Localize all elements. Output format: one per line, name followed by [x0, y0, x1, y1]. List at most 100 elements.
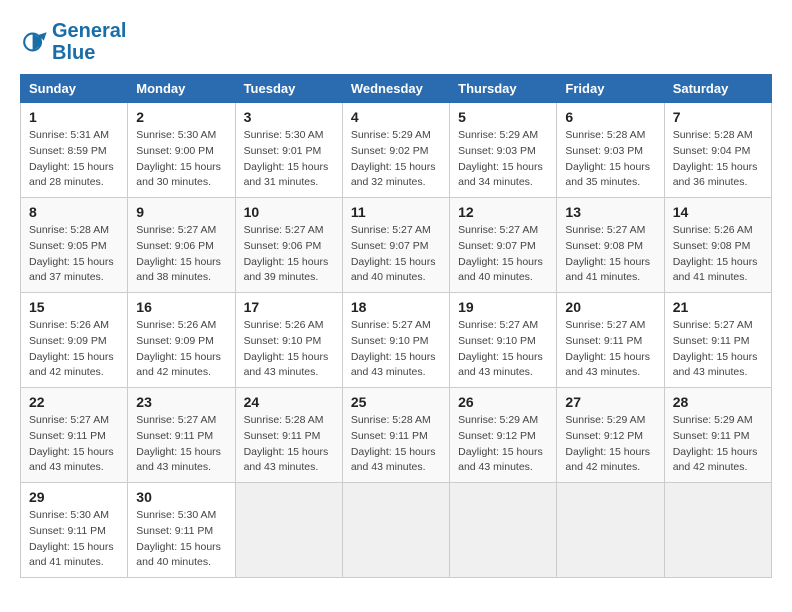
day-info: Sunrise: 5:29 AMSunset: 9:12 PMDaylight:… — [458, 413, 548, 476]
day-number: 26 — [458, 394, 548, 410]
day-info: Sunrise: 5:29 AMSunset: 9:03 PMDaylight:… — [458, 128, 548, 191]
day-info: Sunrise: 5:27 AMSunset: 9:06 PMDaylight:… — [244, 223, 334, 286]
day-info: Sunrise: 5:28 AMSunset: 9:11 PMDaylight:… — [244, 413, 334, 476]
weekday-header-thursday: Thursday — [450, 75, 557, 103]
day-info: Sunrise: 5:28 AMSunset: 9:03 PMDaylight:… — [565, 128, 655, 191]
calendar-cell: 17 Sunrise: 5:26 AMSunset: 9:10 PMDayligh… — [235, 293, 342, 388]
day-info: Sunrise: 5:27 AMSunset: 9:07 PMDaylight:… — [351, 223, 441, 286]
day-number: 29 — [29, 489, 119, 505]
day-number: 15 — [29, 299, 119, 315]
calendar-table: SundayMondayTuesdayWednesdayThursdayFrid… — [20, 74, 772, 578]
calendar-cell — [235, 483, 342, 578]
logo: General Blue — [20, 20, 126, 64]
calendar-cell: 22 Sunrise: 5:27 AMSunset: 9:11 PMDayligh… — [21, 388, 128, 483]
day-info: Sunrise: 5:26 AMSunset: 9:09 PMDaylight:… — [29, 318, 119, 381]
day-info: Sunrise: 5:27 AMSunset: 9:11 PMDaylight:… — [136, 413, 226, 476]
day-info: Sunrise: 5:27 AMSunset: 9:11 PMDaylight:… — [29, 413, 119, 476]
calendar-cell: 28 Sunrise: 5:29 AMSunset: 9:11 PMDayligh… — [664, 388, 771, 483]
day-number: 3 — [244, 109, 334, 125]
day-info: Sunrise: 5:28 AMSunset: 9:05 PMDaylight:… — [29, 223, 119, 286]
calendar-cell: 13Sunrise: 5:27 AMSunset: 9:08 PMDayligh… — [557, 198, 664, 293]
calendar-week-2: 15 Sunrise: 5:26 AMSunset: 9:09 PMDayligh… — [21, 293, 772, 388]
day-number: 28 — [673, 394, 763, 410]
calendar-cell: 19Sunrise: 5:27 AMSunset: 9:10 PMDayligh… — [450, 293, 557, 388]
logo-text: General Blue — [52, 20, 126, 64]
calendar-cell: 25Sunrise: 5:28 AMSunset: 9:11 PMDayligh… — [342, 388, 449, 483]
weekday-header-sunday: Sunday — [21, 75, 128, 103]
calendar-cell: 29 Sunrise: 5:30 AMSunset: 9:11 PMDayligh… — [21, 483, 128, 578]
day-info: Sunrise: 5:27 AMSunset: 9:11 PMDaylight:… — [565, 318, 655, 381]
calendar-cell: 6Sunrise: 5:28 AMSunset: 9:03 PMDaylight… — [557, 103, 664, 198]
day-info: Sunrise: 5:27 AMSunset: 9:10 PMDaylight:… — [458, 318, 548, 381]
day-number: 30 — [136, 489, 226, 505]
calendar-cell: 30 Sunrise: 5:30 AMSunset: 9:11 PMDayligh… — [128, 483, 235, 578]
calendar-cell: 12 Sunrise: 5:27 AMSunset: 9:07 PMDayligh… — [450, 198, 557, 293]
day-number: 9 — [136, 204, 226, 220]
day-number: 27 — [565, 394, 655, 410]
day-number: 24 — [244, 394, 334, 410]
weekday-header-wednesday: Wednesday — [342, 75, 449, 103]
weekday-header-saturday: Saturday — [664, 75, 771, 103]
day-number: 23 — [136, 394, 226, 410]
calendar-cell — [664, 483, 771, 578]
weekday-header-tuesday: Tuesday — [235, 75, 342, 103]
day-info: Sunrise: 5:27 AMSunset: 9:10 PMDaylight:… — [351, 318, 441, 381]
day-info: Sunrise: 5:29 AMSunset: 9:11 PMDaylight:… — [673, 413, 763, 476]
calendar-week-4: 29 Sunrise: 5:30 AMSunset: 9:11 PMDayligh… — [21, 483, 772, 578]
day-number: 17 — [244, 299, 334, 315]
day-number: 7 — [673, 109, 763, 125]
calendar-cell: 26 Sunrise: 5:29 AMSunset: 9:12 PMDayligh… — [450, 388, 557, 483]
day-number: 2 — [136, 109, 226, 125]
calendar-cell: 21 Sunrise: 5:27 AMSunset: 9:11 PMDayligh… — [664, 293, 771, 388]
calendar-week-0: 1Sunrise: 5:31 AMSunset: 8:59 PMDaylight… — [21, 103, 772, 198]
day-number: 8 — [29, 204, 119, 220]
day-number: 10 — [244, 204, 334, 220]
calendar-cell: 16 Sunrise: 5:26 AMSunset: 9:09 PMDayligh… — [128, 293, 235, 388]
day-info: Sunrise: 5:30 AMSunset: 9:01 PMDaylight:… — [244, 128, 334, 191]
day-number: 16 — [136, 299, 226, 315]
calendar-cell: 9 Sunrise: 5:27 AMSunset: 9:06 PMDaylight… — [128, 198, 235, 293]
calendar-cell: 11 Sunrise: 5:27 AMSunset: 9:07 PMDayligh… — [342, 198, 449, 293]
page-header: General Blue — [20, 20, 772, 64]
calendar-cell — [450, 483, 557, 578]
day-number: 20 — [565, 299, 655, 315]
day-number: 5 — [458, 109, 548, 125]
day-info: Sunrise: 5:27 AMSunset: 9:06 PMDaylight:… — [136, 223, 226, 286]
calendar-cell: 1Sunrise: 5:31 AMSunset: 8:59 PMDaylight… — [21, 103, 128, 198]
calendar-cell: 7 Sunrise: 5:28 AMSunset: 9:04 PMDaylight… — [664, 103, 771, 198]
day-info: Sunrise: 5:27 AMSunset: 9:07 PMDaylight:… — [458, 223, 548, 286]
calendar-cell — [342, 483, 449, 578]
weekday-header-friday: Friday — [557, 75, 664, 103]
calendar-cell: 15 Sunrise: 5:26 AMSunset: 9:09 PMDayligh… — [21, 293, 128, 388]
day-number: 25 — [351, 394, 441, 410]
day-info: Sunrise: 5:30 AMSunset: 9:00 PMDaylight:… — [136, 128, 226, 191]
calendar-cell — [557, 483, 664, 578]
day-number: 1 — [29, 109, 119, 125]
day-info: Sunrise: 5:26 AMSunset: 9:08 PMDaylight:… — [673, 223, 763, 286]
calendar-cell: 14Sunrise: 5:26 AMSunset: 9:08 PMDayligh… — [664, 198, 771, 293]
calendar-cell: 8 Sunrise: 5:28 AMSunset: 9:05 PMDaylight… — [21, 198, 128, 293]
day-number: 21 — [673, 299, 763, 315]
day-info: Sunrise: 5:29 AMSunset: 9:12 PMDaylight:… — [565, 413, 655, 476]
day-info: Sunrise: 5:27 AMSunset: 9:11 PMDaylight:… — [673, 318, 763, 381]
calendar-cell: 2 Sunrise: 5:30 AMSunset: 9:00 PMDaylight… — [128, 103, 235, 198]
day-info: Sunrise: 5:28 AMSunset: 9:04 PMDaylight:… — [673, 128, 763, 191]
calendar-week-1: 8 Sunrise: 5:28 AMSunset: 9:05 PMDaylight… — [21, 198, 772, 293]
day-number: 12 — [458, 204, 548, 220]
calendar-cell: 3 Sunrise: 5:30 AMSunset: 9:01 PMDaylight… — [235, 103, 342, 198]
day-number: 4 — [351, 109, 441, 125]
day-info: Sunrise: 5:30 AMSunset: 9:11 PMDaylight:… — [29, 508, 119, 571]
day-info: Sunrise: 5:30 AMSunset: 9:11 PMDaylight:… — [136, 508, 226, 571]
calendar-cell: 5 Sunrise: 5:29 AMSunset: 9:03 PMDaylight… — [450, 103, 557, 198]
calendar-cell: 18 Sunrise: 5:27 AMSunset: 9:10 PMDayligh… — [342, 293, 449, 388]
day-number: 18 — [351, 299, 441, 315]
calendar-cell: 10 Sunrise: 5:27 AMSunset: 9:06 PMDayligh… — [235, 198, 342, 293]
day-number: 13 — [565, 204, 655, 220]
day-number: 11 — [351, 204, 441, 220]
calendar-cell: 4Sunrise: 5:29 AMSunset: 9:02 PMDaylight… — [342, 103, 449, 198]
day-info: Sunrise: 5:26 AMSunset: 9:10 PMDaylight:… — [244, 318, 334, 381]
weekday-header-monday: Monday — [128, 75, 235, 103]
day-info: Sunrise: 5:26 AMSunset: 9:09 PMDaylight:… — [136, 318, 226, 381]
calendar-cell: 20 Sunrise: 5:27 AMSunset: 9:11 PMDayligh… — [557, 293, 664, 388]
day-number: 22 — [29, 394, 119, 410]
